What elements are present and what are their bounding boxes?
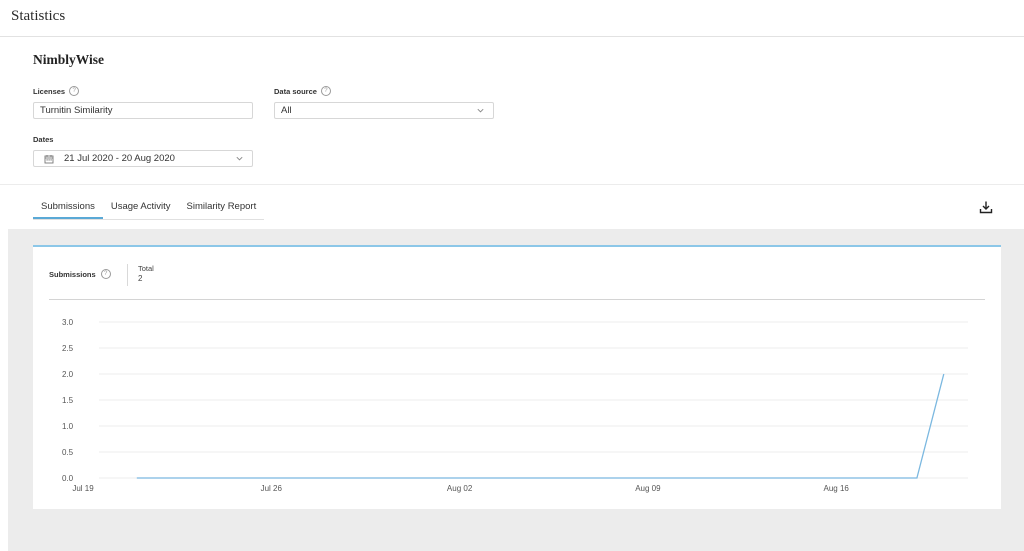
tab-similarity-report[interactable]: Similarity Report [179, 199, 265, 216]
tab-usage-activity[interactable]: Usage Activity [103, 199, 179, 216]
data-point[interactable] [754, 476, 757, 479]
y-tick-label: 1.0 [62, 422, 74, 431]
y-tick-label: 3.0 [62, 318, 74, 327]
y-tick-label: 2.5 [62, 344, 74, 353]
data-point[interactable] [458, 476, 461, 479]
data-point[interactable] [431, 476, 434, 479]
data-point[interactable] [162, 476, 165, 479]
org-name: NimblyWise [33, 52, 105, 67]
data-point[interactable] [781, 476, 784, 479]
tab-bar: Submissions Usage Activity Similarity Re… [33, 199, 265, 220]
chevron-down-icon [236, 156, 243, 161]
page-header: Statistics [0, 0, 1024, 37]
x-tick-label: Jul 26 [261, 484, 283, 493]
data-source-select[interactable]: All [274, 102, 494, 119]
data-point[interactable] [888, 476, 891, 479]
submissions-line-chart: 0.0 0.5 1.0 1.5 2.0 2.5 3.0 Jul 19 Jul 26 Aug 02 A… [62, 318, 968, 493]
data-point[interactable] [593, 476, 596, 479]
download-icon[interactable] [979, 200, 993, 214]
dates-label: Dates [33, 135, 53, 144]
x-tick-label: Aug 16 [824, 484, 850, 493]
calendar-icon [44, 154, 54, 163]
data-point[interactable] [808, 476, 811, 479]
dates-picker[interactable]: 21 Jul 2020 - 20 Aug 2020 [33, 150, 253, 167]
licenses-field[interactable]: Turnitin Similarity [33, 102, 253, 119]
page-title: Statistics [11, 8, 66, 24]
help-circle-icon[interactable]: ? [69, 86, 80, 96]
data-point[interactable] [673, 476, 676, 479]
data-point[interactable] [727, 476, 730, 479]
data-point[interactable] [135, 476, 138, 479]
dates-value: 21 Jul 2020 - 20 Aug 2020 [64, 153, 175, 164]
data-point[interactable] [942, 372, 945, 375]
tab-submissions[interactable]: Submissions [33, 199, 103, 219]
filters-divider [0, 184, 1024, 185]
dates-label-text: Dates [33, 135, 54, 144]
licenses-label: Licenses ? [33, 86, 80, 96]
data-point[interactable] [646, 476, 649, 479]
data-point[interactable] [270, 476, 273, 479]
data-source-label: Data source ? [274, 86, 331, 96]
data-point[interactable] [189, 476, 192, 479]
chart-card: Submissions ? Total 2 0.0 0.5 1.0 1.5 2.0 2.5… [33, 245, 1001, 509]
data-source-label-text: Data source [274, 86, 317, 96]
help-circle-icon[interactable]: ? [320, 86, 331, 96]
x-tick-label: Aug 09 [635, 484, 661, 493]
y-tick-label: 1.5 [62, 396, 74, 405]
licenses-label-text: Licenses [33, 86, 66, 96]
licenses-value: Turnitin Similarity [40, 105, 113, 116]
data-point[interactable] [216, 476, 219, 479]
y-tick-label: 0.5 [62, 448, 74, 457]
data-point[interactable] [835, 476, 838, 479]
y-tick-label: 0.0 [62, 474, 74, 483]
x-tick-label: Aug 02 [447, 484, 473, 493]
data-point[interactable] [297, 476, 300, 479]
data-point[interactable] [485, 476, 488, 479]
data-point[interactable] [619, 476, 622, 479]
x-tick-label: Jul 19 [72, 484, 94, 493]
data-point[interactable] [243, 476, 246, 479]
chevron-down-icon [477, 108, 484, 113]
data-point[interactable] [539, 476, 542, 479]
data-point[interactable] [512, 476, 515, 479]
data-point[interactable] [862, 476, 865, 479]
data-point[interactable] [700, 476, 703, 479]
data-point[interactable] [566, 476, 569, 479]
y-tick-label: 2.0 [62, 370, 74, 379]
data-point[interactable] [324, 476, 327, 479]
data-point[interactable] [915, 476, 918, 479]
data-point[interactable] [350, 476, 353, 479]
data-source-value: All [281, 105, 292, 116]
data-point[interactable] [404, 476, 407, 479]
data-point[interactable] [377, 476, 380, 479]
